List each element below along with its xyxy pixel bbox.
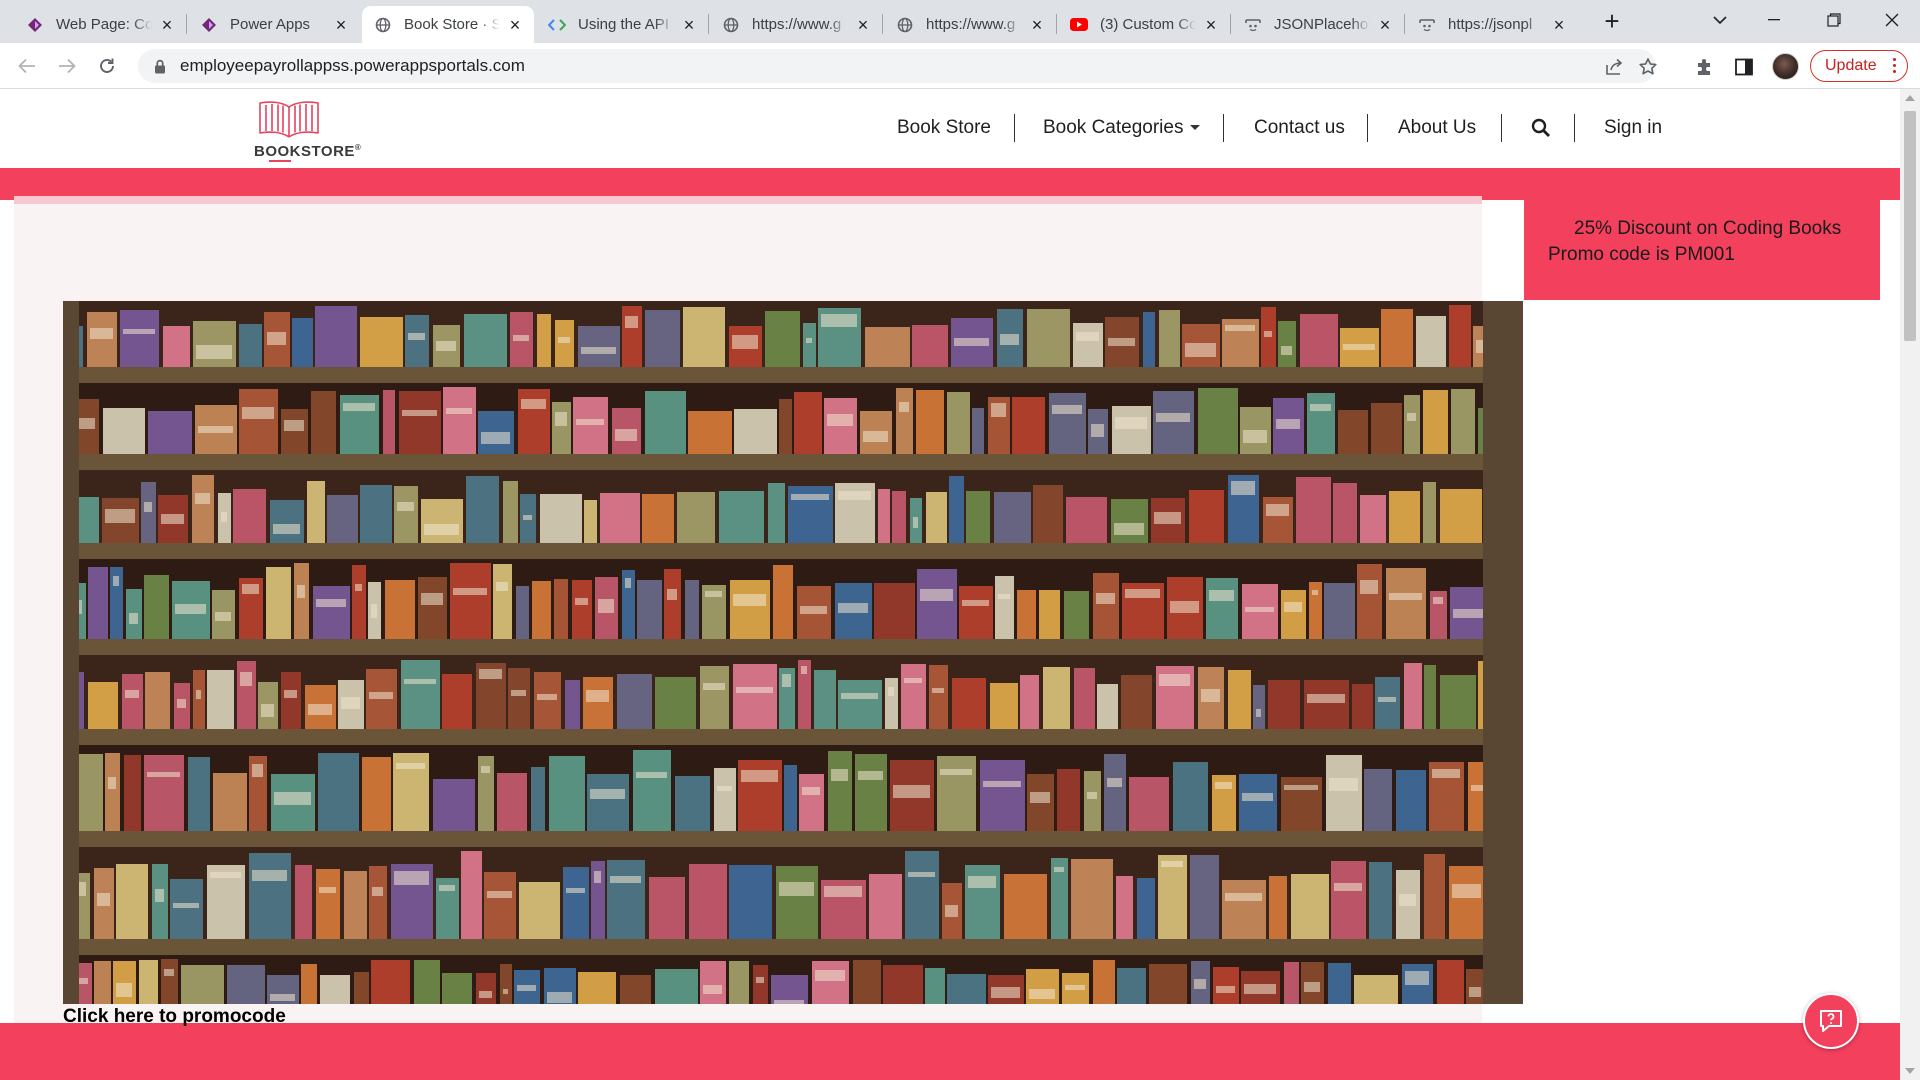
globe-icon: [896, 16, 914, 34]
youtube-icon: [1070, 16, 1088, 34]
chat-bubble-icon: [1820, 1010, 1842, 1032]
close-tab-icon[interactable]: ×: [1202, 16, 1220, 34]
powerapps-icon: [200, 16, 218, 34]
tab-title: https://jsonpl: [1448, 16, 1533, 33]
content-top-border: [14, 196, 1482, 204]
close-tab-icon[interactable]: ×: [1028, 16, 1046, 34]
promo-line-2: Promo code is PM001: [1548, 244, 1735, 265]
bookstore-logo[interactable]: BOOKSTORE®: [254, 99, 369, 162]
open-book-icon: [259, 101, 319, 138]
search-icon[interactable]: [1531, 118, 1551, 144]
promocode-link[interactable]: Click here to promocode: [63, 1006, 286, 1028]
globe-icon: [374, 16, 392, 34]
browser-tab[interactable]: https://www.g ×: [884, 6, 1056, 43]
extensions-icon[interactable]: [1693, 56, 1715, 78]
nav-book-store[interactable]: Book Store: [897, 117, 991, 139]
nav-contact-us[interactable]: Contact us: [1254, 117, 1345, 139]
scroll-thumb[interactable]: [1904, 111, 1916, 341]
close-tab-icon[interactable]: ×: [1376, 16, 1394, 34]
nav-book-categories[interactable]: Book Categories: [1043, 117, 1201, 139]
logo-wordmark: BOOKSTORE®: [254, 143, 362, 160]
caret-down-icon: [1190, 125, 1201, 131]
profile-avatar[interactable]: [1772, 53, 1799, 80]
bookshelf-hero-image: [63, 301, 1523, 1004]
close-tab-icon[interactable]: ×: [854, 16, 872, 34]
nav-about-us[interactable]: About Us: [1398, 117, 1476, 139]
jsonplaceholder-icon: [1418, 16, 1436, 34]
chat-help-button[interactable]: [1803, 993, 1859, 1049]
tab-title: (3) Custom Co: [1100, 16, 1196, 33]
powerapps-icon: [26, 16, 44, 34]
close-tab-icon[interactable]: ×: [1550, 16, 1568, 34]
tab-title: https://www.g: [926, 16, 1016, 33]
page-viewport: BOOKSTORE® Book Store Book Categories Co…: [0, 89, 1900, 1080]
url-text[interactable]: employeepayrollappss.powerappsportals.co…: [180, 56, 525, 76]
tab-title: https://www.g: [752, 16, 842, 33]
tab-search-icon[interactable]: [1692, 0, 1748, 40]
scroll-up-arrow[interactable]: [1905, 95, 1915, 101]
side-panel-icon[interactable]: [1733, 56, 1755, 78]
browser-tab[interactable]: Using the API ×: [536, 6, 708, 43]
close-tab-icon[interactable]: ×: [158, 16, 176, 34]
minimize-icon[interactable]: [1746, 0, 1802, 40]
promo-banner: 25% Discount on Coding Books Promo code …: [1524, 200, 1880, 300]
nav-sign-in[interactable]: Sign in: [1604, 117, 1662, 139]
browser-tab-strip: Web Page: Co × Power Apps × Book Store ·…: [0, 0, 1920, 43]
jsonplaceholder-icon: [1244, 16, 1262, 34]
tab-title: Power Apps: [230, 16, 311, 33]
address-bar[interactable]: employeepayrollappss.powerappsportals.co…: [138, 49, 1658, 83]
back-icon[interactable]: [12, 51, 42, 81]
site-header: BOOKSTORE® Book Store Book Categories Co…: [0, 89, 1900, 168]
close-tab-icon[interactable]: ×: [506, 16, 524, 34]
browser-tab[interactable]: JSONPlacehol ×: [1232, 6, 1404, 43]
reload-icon[interactable]: [92, 51, 122, 81]
more-menu-icon[interactable]: [1893, 58, 1897, 73]
browser-tab[interactable]: https://jsonpl ×: [1406, 6, 1578, 43]
update-label: Update: [1825, 57, 1877, 74]
footer-accent-band: [0, 1023, 1900, 1080]
browser-tab[interactable]: Power Apps ×: [188, 6, 360, 43]
restore-icon[interactable]: [1806, 0, 1862, 40]
tab-title: Web Page: Co: [56, 16, 152, 33]
close-window-icon[interactable]: [1864, 0, 1920, 40]
browser-toolbar: employeepayrollappss.powerappsportals.co…: [0, 43, 1920, 89]
page-scrollbar[interactable]: [1900, 89, 1920, 1080]
nav-book-categories-label: Book Categories: [1043, 117, 1184, 138]
close-tab-icon[interactable]: ×: [332, 16, 350, 34]
code-icon: [548, 16, 566, 34]
promo-line-1: 25% Discount on Coding Books: [1574, 218, 1842, 239]
bookmark-star-icon[interactable]: [1638, 57, 1658, 77]
scroll-down-arrow[interactable]: [1905, 1068, 1915, 1074]
update-button[interactable]: Update: [1810, 50, 1908, 82]
new-tab-button[interactable]: +: [1598, 8, 1626, 36]
share-icon[interactable]: [1604, 57, 1624, 77]
tab-title: Book Store · S: [404, 16, 500, 33]
browser-tab[interactable]: https://www.g ×: [710, 6, 882, 43]
tab-title: JSONPlacehol: [1274, 16, 1370, 33]
tab-title: Using the API: [578, 16, 669, 33]
browser-tab[interactable]: Web Page: Co ×: [14, 6, 186, 43]
browser-tab-active[interactable]: Book Store · S ×: [362, 6, 534, 43]
browser-tab[interactable]: (3) Custom Co ×: [1058, 6, 1230, 43]
close-tab-icon[interactable]: ×: [680, 16, 698, 34]
globe-icon: [722, 16, 740, 34]
lock-icon[interactable]: [150, 56, 170, 76]
forward-icon[interactable]: [52, 51, 82, 81]
